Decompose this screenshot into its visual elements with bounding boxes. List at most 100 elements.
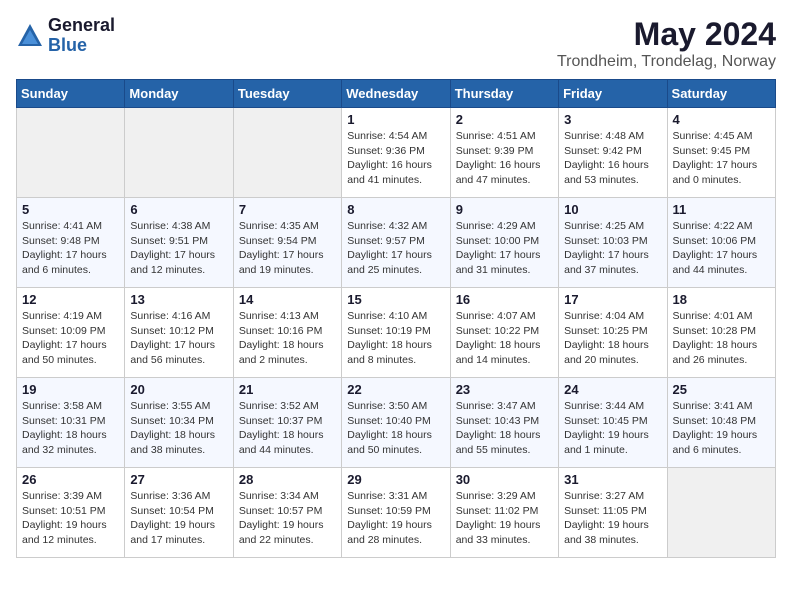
day-info: Sunrise: 3:47 AM Sunset: 10:43 PM Daylig… xyxy=(456,399,553,458)
calendar-cell: 19 Sunrise: 3:58 AM Sunset: 10:31 PM Dayl… xyxy=(17,378,125,468)
calendar-cell: 8Sunrise: 4:32 AM Sunset: 9:57 PM Daylig… xyxy=(342,198,450,288)
calendar-cell: 13 Sunrise: 4:16 AM Sunset: 10:12 PM Dayl… xyxy=(125,288,233,378)
calendar-table: SundayMondayTuesdayWednesdayThursdayFrid… xyxy=(16,79,776,558)
day-info: Sunrise: 4:04 AM Sunset: 10:25 PM Daylig… xyxy=(564,309,661,368)
day-info: Sunrise: 3:27 AM Sunset: 11:05 PM Daylig… xyxy=(564,489,661,548)
calendar-cell: 7 Sunrise: 4:35 AM Sunset: 9:54 PM Daylig… xyxy=(233,198,341,288)
day-info: Sunrise: 4:19 AM Sunset: 10:09 PM Daylig… xyxy=(22,309,119,368)
calendar-cell xyxy=(233,108,341,198)
logo-general-text: General xyxy=(48,16,115,36)
day-number: 22 xyxy=(347,382,444,397)
location-subtitle: Trondheim, Trondelag, Norway xyxy=(557,53,776,71)
col-header-thursday: Thursday xyxy=(450,80,558,108)
day-number: 1 xyxy=(347,112,444,127)
day-info: Sunrise: 3:39 AM Sunset: 10:51 PM Daylig… xyxy=(22,489,119,548)
day-info: Sunrise: 4:22 AM Sunset: 10:06 PM Daylig… xyxy=(673,219,770,278)
calendar-cell: 24 Sunrise: 3:44 AM Sunset: 10:45 PM Dayl… xyxy=(559,378,667,468)
calendar-cell: 30 Sunrise: 3:29 AM Sunset: 11:02 PM Dayl… xyxy=(450,468,558,558)
calendar-cell: 6 Sunrise: 4:38 AM Sunset: 9:51 PM Daylig… xyxy=(125,198,233,288)
day-info: Sunrise: 4:45 AM Sunset: 9:45 PM Dayligh… xyxy=(673,129,770,188)
calendar-cell: 28Sunrise: 3:34 AM Sunset: 10:57 PM Dayl… xyxy=(233,468,341,558)
logo: General Blue xyxy=(16,16,115,56)
calendar-cell xyxy=(17,108,125,198)
calendar-cell: 22 Sunrise: 3:50 AM Sunset: 10:40 PM Dayl… xyxy=(342,378,450,468)
day-number: 17 xyxy=(564,292,661,307)
day-info: Sunrise: 4:38 AM Sunset: 9:51 PM Dayligh… xyxy=(130,219,227,278)
logo-icon xyxy=(16,22,44,50)
calendar-week-row: 5 Sunrise: 4:41 AM Sunset: 9:48 PM Daylig… xyxy=(17,198,776,288)
day-number: 7 xyxy=(239,202,336,217)
calendar-cell: 25 Sunrise: 3:41 AM Sunset: 10:48 PM Dayl… xyxy=(667,378,775,468)
day-number: 29 xyxy=(347,472,444,487)
day-number: 13 xyxy=(130,292,227,307)
day-number: 3 xyxy=(564,112,661,127)
day-info: Sunrise: 4:25 AM Sunset: 10:03 PM Daylig… xyxy=(564,219,661,278)
day-info: Sunrise: 4:16 AM Sunset: 10:12 PM Daylig… xyxy=(130,309,227,368)
calendar-cell: 15Sunrise: 4:10 AM Sunset: 10:19 PM Dayl… xyxy=(342,288,450,378)
day-info: Sunrise: 4:13 AM Sunset: 10:16 PM Daylig… xyxy=(239,309,336,368)
calendar-cell: 23 Sunrise: 3:47 AM Sunset: 10:43 PM Dayl… xyxy=(450,378,558,468)
day-info: Sunrise: 3:58 AM Sunset: 10:31 PM Daylig… xyxy=(22,399,119,458)
day-info: Sunrise: 3:52 AM Sunset: 10:37 PM Daylig… xyxy=(239,399,336,458)
day-info: Sunrise: 3:50 AM Sunset: 10:40 PM Daylig… xyxy=(347,399,444,458)
calendar-cell: 26 Sunrise: 3:39 AM Sunset: 10:51 PM Dayl… xyxy=(17,468,125,558)
day-number: 16 xyxy=(456,292,553,307)
calendar-cell: 9Sunrise: 4:29 AM Sunset: 10:00 PM Dayli… xyxy=(450,198,558,288)
logo-blue-text: Blue xyxy=(48,36,115,56)
day-info: Sunrise: 4:07 AM Sunset: 10:22 PM Daylig… xyxy=(456,309,553,368)
calendar-cell: 31 Sunrise: 3:27 AM Sunset: 11:05 PM Dayl… xyxy=(559,468,667,558)
day-number: 24 xyxy=(564,382,661,397)
calendar-week-row: 26 Sunrise: 3:39 AM Sunset: 10:51 PM Dayl… xyxy=(17,468,776,558)
col-header-sunday: Sunday xyxy=(17,80,125,108)
col-header-monday: Monday xyxy=(125,80,233,108)
calendar-cell: 10Sunrise: 4:25 AM Sunset: 10:03 PM Dayl… xyxy=(559,198,667,288)
day-number: 20 xyxy=(130,382,227,397)
calendar-cell: 3 Sunrise: 4:48 AM Sunset: 9:42 PM Daylig… xyxy=(559,108,667,198)
day-number: 19 xyxy=(22,382,119,397)
calendar-cell: 12 Sunrise: 4:19 AM Sunset: 10:09 PM Dayl… xyxy=(17,288,125,378)
day-info: Sunrise: 3:29 AM Sunset: 11:02 PM Daylig… xyxy=(456,489,553,548)
calendar-week-row: 19 Sunrise: 3:58 AM Sunset: 10:31 PM Dayl… xyxy=(17,378,776,468)
page-header: General Blue May 2024 Trondheim, Trondel… xyxy=(16,16,776,71)
day-number: 11 xyxy=(673,202,770,217)
day-number: 6 xyxy=(130,202,227,217)
day-number: 21 xyxy=(239,382,336,397)
calendar-header-row: SundayMondayTuesdayWednesdayThursdayFrid… xyxy=(17,80,776,108)
calendar-cell: 18 Sunrise: 4:01 AM Sunset: 10:28 PM Dayl… xyxy=(667,288,775,378)
day-info: Sunrise: 3:44 AM Sunset: 10:45 PM Daylig… xyxy=(564,399,661,458)
day-number: 5 xyxy=(22,202,119,217)
day-number: 25 xyxy=(673,382,770,397)
col-header-tuesday: Tuesday xyxy=(233,80,341,108)
day-info: Sunrise: 4:29 AM Sunset: 10:00 PM Daylig… xyxy=(456,219,553,278)
day-info: Sunrise: 4:51 AM Sunset: 9:39 PM Dayligh… xyxy=(456,129,553,188)
day-number: 18 xyxy=(673,292,770,307)
calendar-cell: 20 Sunrise: 3:55 AM Sunset: 10:34 PM Dayl… xyxy=(125,378,233,468)
day-info: Sunrise: 4:35 AM Sunset: 9:54 PM Dayligh… xyxy=(239,219,336,278)
day-number: 23 xyxy=(456,382,553,397)
day-info: Sunrise: 4:41 AM Sunset: 9:48 PM Dayligh… xyxy=(22,219,119,278)
day-number: 30 xyxy=(456,472,553,487)
day-info: Sunrise: 3:31 AM Sunset: 10:59 PM Daylig… xyxy=(347,489,444,548)
calendar-cell: 11 Sunrise: 4:22 AM Sunset: 10:06 PM Dayl… xyxy=(667,198,775,288)
day-info: Sunrise: 4:01 AM Sunset: 10:28 PM Daylig… xyxy=(673,309,770,368)
calendar-cell xyxy=(125,108,233,198)
calendar-cell: 29 Sunrise: 3:31 AM Sunset: 10:59 PM Dayl… xyxy=(342,468,450,558)
calendar-cell: 27Sunrise: 3:36 AM Sunset: 10:54 PM Dayl… xyxy=(125,468,233,558)
day-number: 27 xyxy=(130,472,227,487)
day-number: 31 xyxy=(564,472,661,487)
day-info: Sunrise: 3:34 AM Sunset: 10:57 PM Daylig… xyxy=(239,489,336,548)
calendar-cell: 21 Sunrise: 3:52 AM Sunset: 10:37 PM Dayl… xyxy=(233,378,341,468)
day-info: Sunrise: 3:41 AM Sunset: 10:48 PM Daylig… xyxy=(673,399,770,458)
day-number: 15 xyxy=(347,292,444,307)
col-header-wednesday: Wednesday xyxy=(342,80,450,108)
day-info: Sunrise: 4:48 AM Sunset: 9:42 PM Dayligh… xyxy=(564,129,661,188)
month-year-title: May 2024 xyxy=(557,16,776,53)
calendar-cell xyxy=(667,468,775,558)
day-number: 12 xyxy=(22,292,119,307)
day-info: Sunrise: 3:55 AM Sunset: 10:34 PM Daylig… xyxy=(130,399,227,458)
day-number: 26 xyxy=(22,472,119,487)
calendar-cell: 1 Sunrise: 4:54 AM Sunset: 9:36 PM Daylig… xyxy=(342,108,450,198)
day-info: Sunrise: 4:54 AM Sunset: 9:36 PM Dayligh… xyxy=(347,129,444,188)
day-number: 8 xyxy=(347,202,444,217)
calendar-cell: 2Sunrise: 4:51 AM Sunset: 9:39 PM Daylig… xyxy=(450,108,558,198)
